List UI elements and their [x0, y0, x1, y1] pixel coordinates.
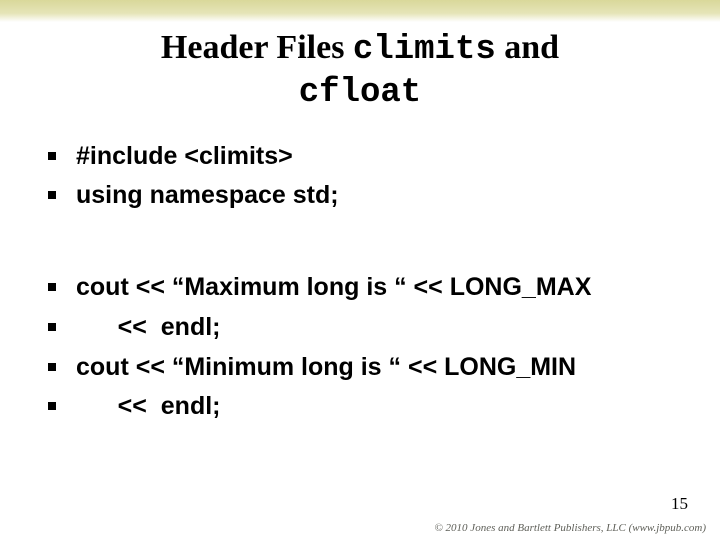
title-mono-climits: climits	[353, 31, 496, 69]
list-item: #include <climits>	[48, 140, 672, 174]
bullet-list: #include <climits> using namespace std; …	[48, 140, 672, 425]
title-mono-cfloat: cfloat	[299, 74, 421, 112]
bullet-square-icon	[48, 323, 56, 331]
bullet-text: #include <climits>	[76, 140, 293, 174]
list-item: cout << “Minimum long is “ << LONG_MIN	[48, 351, 672, 385]
bullet-text: cout << “Minimum long is “ << LONG_MIN	[76, 351, 576, 385]
list-item: cout << “Maximum long is “ << LONG_MAX	[48, 271, 672, 305]
list-item: << endl;	[48, 311, 672, 345]
bullet-square-icon	[48, 402, 56, 410]
page-number: 15	[671, 494, 688, 514]
bullet-text: << endl;	[76, 390, 220, 424]
bullet-square-icon	[48, 363, 56, 371]
list-item: using namespace std;	[48, 179, 672, 213]
bullet-square-icon	[48, 283, 56, 291]
title-part2: and	[496, 29, 559, 66]
bullet-square-icon	[48, 152, 56, 160]
title-part1: Header Files	[161, 29, 353, 66]
bullet-square-icon	[48, 191, 56, 199]
bullet-text: cout << “Maximum long is “ << LONG_MAX	[76, 271, 591, 305]
decorative-top-band	[0, 0, 720, 22]
blank-spacer	[48, 219, 672, 271]
list-item: << endl;	[48, 390, 672, 424]
bullet-text: << endl;	[76, 311, 220, 345]
bullet-text: using namespace std;	[76, 179, 339, 213]
slide-title: Header Files climits and cfloat	[0, 28, 720, 114]
copyright-text: © 2010 Jones and Bartlett Publishers, LL…	[434, 522, 706, 534]
